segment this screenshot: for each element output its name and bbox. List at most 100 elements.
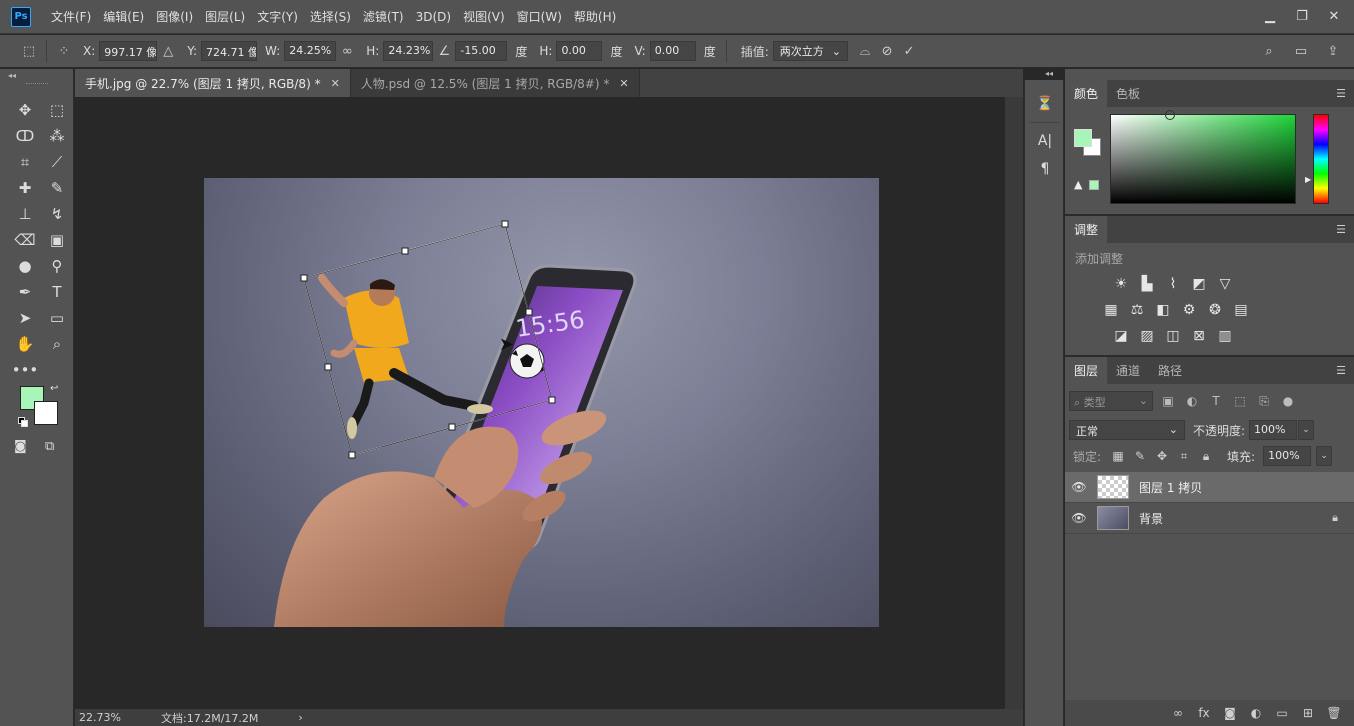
width-field[interactable]: 24.25% — [284, 41, 337, 61]
chevron-down-icon[interactable]: ⌄ — [1298, 420, 1315, 440]
new-group-icon[interactable]: ▭ — [1274, 706, 1290, 720]
photo-filter-icon[interactable]: ⚙ — [1179, 300, 1199, 320]
lasso-tool-icon[interactable]: ↀ — [9, 123, 41, 149]
menu-edit[interactable]: 编辑(E) — [97, 0, 150, 34]
document-image[interactable]: 15:56 — [204, 178, 879, 627]
cancel-transform-icon[interactable]: ⊘ — [876, 40, 898, 62]
interpolation-select[interactable]: 两次立方 ⌄ — [772, 41, 849, 61]
reference-point-icon[interactable]: ⁘ — [53, 40, 75, 62]
paragraph-panel-icon[interactable]: ¶ — [1025, 155, 1065, 183]
blur-tool-icon[interactable]: ● — [9, 253, 41, 279]
eyedropper-tool-icon[interactable]: ⟋ — [41, 149, 73, 175]
lock-artboard-icon[interactable]: ⌗ — [1175, 449, 1193, 464]
channel-mixer-icon[interactable]: ❂ — [1205, 300, 1225, 320]
brush-tool-icon[interactable]: ✎ — [41, 175, 73, 201]
shape-filter-icon[interactable]: ⬚ — [1231, 394, 1249, 408]
color-balance-icon[interactable]: ⚖ — [1127, 300, 1147, 320]
kind-filter-select[interactable]: ⌕ 类型 ⌄ — [1069, 391, 1153, 411]
menu-image[interactable]: 图像(I) — [150, 0, 199, 34]
hand-tool-icon[interactable]: ✋ — [9, 331, 41, 357]
healing-brush-tool-icon[interactable]: ✚ — [9, 175, 41, 201]
color-lookup-icon[interactable]: ▤ — [1231, 300, 1251, 320]
menu-view[interactable]: 视图(V) — [457, 0, 511, 34]
visibility-eye-icon[interactable]: 👁︎ — [1065, 480, 1093, 494]
swap-colors-icon[interactable]: ↩ — [50, 383, 58, 394]
tab-paths[interactable]: 路径 — [1149, 357, 1191, 384]
layer-name[interactable]: 背景 — [1139, 510, 1163, 527]
menu-3d[interactable]: 3D(D) — [410, 0, 457, 34]
layer-style-icon[interactable]: fx — [1196, 706, 1212, 720]
lock-position-icon[interactable]: ✥ — [1153, 449, 1171, 463]
invert-icon[interactable]: ◪ — [1111, 326, 1131, 346]
levels-icon[interactable]: ▙ — [1137, 274, 1157, 294]
panel-menu-icon[interactable]: ☰ — [1336, 223, 1346, 236]
selective-color-icon[interactable]: ⊠ — [1189, 326, 1209, 346]
tab-layers[interactable]: 图层 — [1065, 357, 1108, 384]
new-layer-icon[interactable]: ⊞ — [1300, 706, 1316, 720]
brightness-contrast-icon[interactable]: ☀ — [1111, 274, 1131, 294]
move-tool-icon[interactable]: ✥ — [9, 97, 41, 123]
share-icon[interactable]: ⇪ — [1322, 40, 1344, 62]
screen-mode-icon[interactable]: ⧉ — [45, 439, 54, 454]
marquee-tool-icon[interactable]: ⬚ — [41, 97, 73, 123]
crop-tool-icon[interactable]: ⌗ — [9, 149, 41, 175]
tab-channels[interactable]: 通道 — [1107, 357, 1149, 384]
posterize-icon[interactable]: ▨ — [1137, 326, 1157, 346]
search-icon[interactable]: ⌕ — [1258, 40, 1280, 62]
history-panel-icon[interactable]: ⏳ — [1025, 90, 1065, 118]
default-colors-icon[interactable] — [18, 417, 28, 427]
warp-mode-icon[interactable]: ⌓ — [854, 40, 876, 62]
magic-wand-tool-icon[interactable]: ⁂ — [41, 123, 73, 149]
threshold-icon[interactable]: ◫ — [1163, 326, 1183, 346]
color-picker-ring[interactable] — [1165, 110, 1175, 120]
blend-mode-select[interactable]: 正常 ⌄ — [1069, 420, 1185, 440]
hue-saturation-icon[interactable]: ▦ — [1101, 300, 1121, 320]
layer-name[interactable]: 图层 1 拷贝 — [1139, 479, 1202, 496]
restore-icon[interactable]: ❐ — [1288, 6, 1316, 26]
fill-field[interactable]: 100% — [1263, 446, 1312, 466]
layer-row[interactable]: 👁︎ 背景 🔒︎ — [1065, 503, 1354, 534]
canvas-area[interactable]: 15:56 ➤ — [75, 97, 1005, 709]
layer-row[interactable]: 👁︎ 图层 1 拷贝 — [1065, 472, 1354, 503]
vertical-scrollbar[interactable] — [1005, 97, 1023, 709]
menu-layer[interactable]: 图层(L) — [199, 0, 251, 34]
opacity-field[interactable]: 100% — [1249, 420, 1298, 440]
clone-stamp-tool-icon[interactable]: ⊥ — [9, 201, 41, 227]
lock-image-icon[interactable]: ✎ — [1131, 449, 1149, 463]
menu-filter[interactable]: 滤镜(T) — [357, 0, 410, 34]
y-position-field[interactable]: 724.71 像素 — [201, 41, 258, 61]
vibrance-icon[interactable]: ▽ — [1215, 274, 1235, 294]
collapse-icon[interactable]: ◂◂ — [1045, 69, 1053, 78]
panel-menu-icon[interactable]: ☰ — [1336, 87, 1346, 100]
gradient-map-icon[interactable]: ▥ — [1215, 326, 1235, 346]
x-position-field[interactable]: 997.17 像素 — [99, 41, 158, 61]
eraser-tool-icon[interactable]: ⌫ — [9, 227, 41, 253]
curves-icon[interactable]: ⌇ — [1163, 274, 1183, 294]
foreground-color-swatch[interactable] — [1074, 129, 1092, 147]
tab-swatches[interactable]: 色板 — [1107, 80, 1149, 107]
history-brush-tool-icon[interactable]: ↯ — [41, 201, 73, 227]
delete-layer-icon[interactable]: 🗑︎ — [1326, 706, 1342, 720]
commit-transform-icon[interactable]: ✓ — [898, 40, 920, 62]
lock-transparent-icon[interactable]: ▦ — [1109, 449, 1127, 463]
menu-select[interactable]: 选择(S) — [304, 0, 357, 34]
visibility-eye-icon[interactable]: 👁︎ — [1065, 511, 1093, 525]
more-tools-icon[interactable]: ••• — [9, 357, 41, 383]
new-adjustment-icon[interactable]: ◐ — [1248, 706, 1264, 720]
adjustment-filter-icon[interactable]: ◐ — [1183, 394, 1201, 408]
tab-adjustments[interactable]: 调整 — [1065, 216, 1108, 243]
color-spectrum-field[interactable] — [1110, 114, 1296, 204]
height-field[interactable]: 24.23% — [383, 41, 434, 61]
quick-mask-icon[interactable]: ◙ — [14, 439, 27, 454]
chevron-down-icon[interactable]: ⌄ — [1316, 446, 1333, 466]
minimize-icon[interactable]: ▁ — [1256, 6, 1284, 26]
pixel-filter-icon[interactable]: ▣ — [1159, 394, 1177, 408]
character-panel-icon[interactable]: A| — [1025, 127, 1065, 155]
skew-v-field[interactable]: 0.00 — [649, 41, 696, 61]
menu-file[interactable]: 文件(F) — [45, 0, 97, 34]
transform-tool-icon[interactable]: ⬚ — [18, 40, 40, 62]
tab-phone-document[interactable]: 手机.jpg @ 22.7% (图层 1 拷贝, RGB/8) * ✕ — [75, 69, 351, 97]
relative-position-icon[interactable]: △ — [157, 40, 179, 62]
close-icon[interactable]: ✕ — [1320, 6, 1348, 26]
link-icon[interactable]: ∞ — [336, 40, 358, 62]
